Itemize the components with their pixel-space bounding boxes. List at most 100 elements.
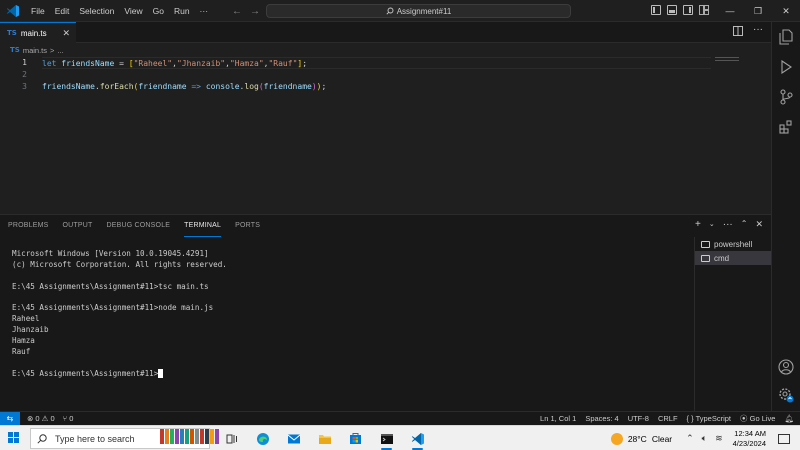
forward-arrow-icon[interactable]: → (250, 6, 260, 17)
new-terminal-icon[interactable]: + (695, 219, 701, 231)
code-content[interactable]: let friendsName = ["Raheel","Jhanzaib","… (42, 57, 711, 93)
weather-sun-icon (610, 432, 623, 445)
remote-indicator-icon[interactable]: ⇆ (0, 411, 20, 426)
terminal-item-cmd[interactable]: cmd (695, 251, 771, 265)
weather-widget[interactable]: 28°C Clear (610, 432, 672, 445)
ports-status[interactable]: ⑂ 0 (63, 414, 74, 423)
show-hidden-icons-icon[interactable]: ⌃ (686, 433, 694, 444)
terminal-item-powershell[interactable]: powershell (695, 237, 771, 251)
minimize-icon[interactable]: — (716, 0, 744, 22)
cursor-position[interactable]: Ln 1, Col 1 (540, 414, 576, 423)
source-control-icon[interactable] (777, 88, 795, 106)
panel-more-icon[interactable]: ··· (723, 219, 733, 231)
code-editor[interactable]: 1 2 3 let friendsName = ["Raheel","Jhanz… (0, 57, 771, 214)
account-icon[interactable] (777, 358, 795, 376)
breadcrumb-file[interactable]: main.ts (23, 46, 47, 55)
terminal-line: Raheel (12, 314, 40, 324)
search-icon (37, 433, 47, 444)
terminal-icon (701, 254, 710, 262)
toggle-panel-icon[interactable] (667, 5, 677, 15)
mail-icon[interactable] (278, 426, 309, 450)
terminal-line: Rauf (12, 347, 31, 357)
menu-more[interactable]: ··· (195, 0, 214, 22)
indentation[interactable]: Spaces: 4 (585, 414, 618, 423)
more-actions-icon[interactable]: ··· (753, 25, 763, 36)
language-mode[interactable]: { } TypeScript (687, 414, 731, 423)
command-prompt-icon[interactable] (371, 426, 402, 450)
braces-icon: { } (686, 414, 694, 423)
line-number: 1 (22, 58, 27, 67)
customize-layout-icon[interactable] (699, 5, 709, 15)
run-debug-icon[interactable] (777, 58, 795, 76)
windows-start-icon[interactable] (8, 432, 20, 444)
menu-edit[interactable]: Edit (50, 0, 75, 22)
close-tab-icon[interactable]: ✕ (62, 28, 70, 39)
toggle-secondary-sidebar-icon[interactable] (683, 5, 693, 15)
microsoft-store-icon[interactable] (340, 426, 371, 450)
vscode-taskbar-icon[interactable] (402, 426, 433, 450)
menu-view[interactable]: View (119, 0, 147, 22)
taskbar-clock[interactable]: 12:34 AM 4/23/2024 (733, 429, 766, 449)
terminal-line: (c) Microsoft Corporation. All rights re… (12, 259, 227, 269)
layout-controls (651, 5, 709, 15)
tray-icons: ⌃ 🔈︎ ≋ (686, 433, 723, 444)
close-panel-icon[interactable]: ✕ (755, 219, 763, 231)
command-center-search[interactable]: Assignment#11 (266, 4, 571, 18)
windows-taskbar: Type here to search 28°C Clear ⌃ 🔈︎ ≋ 12… (0, 425, 800, 450)
warning-icon: ⚠ (41, 414, 49, 423)
menu-file[interactable]: File (26, 0, 50, 22)
command-center-label: Assignment#11 (396, 6, 452, 16)
window-controls: — ❐ ✕ (716, 0, 800, 22)
close-window-icon[interactable]: ✕ (772, 0, 800, 22)
menu-selection[interactable]: Selection (74, 0, 119, 22)
tab-ports[interactable]: PORTS (235, 215, 260, 237)
code-line-1: let friendsName = ["Raheel","Jhanzaib","… (42, 57, 711, 69)
end-of-line[interactable]: CRLF (658, 414, 678, 423)
terminal-output[interactable]: Microsoft Windows [Version 10.0.19045.42… (12, 249, 692, 380)
volume-icon[interactable]: 🔈︎ (702, 433, 707, 444)
tab-label: main.ts (20, 28, 47, 38)
editor-actions: ··· (733, 25, 763, 36)
edge-browser-icon[interactable] (247, 426, 278, 450)
breadcrumb-more[interactable]: ... (57, 46, 63, 55)
title-bar: File Edit Selection View Go Run ··· ← → … (0, 0, 800, 22)
tab-terminal[interactable]: TERMINAL (184, 215, 222, 237)
split-editor-icon[interactable] (733, 26, 743, 36)
activity-bar (771, 22, 800, 411)
menu-run[interactable]: Run (169, 0, 195, 22)
manage-gear-icon[interactable] (777, 386, 795, 404)
problems-status[interactable]: ⊗ 0 ⚠ 0 (27, 414, 55, 423)
toggle-primary-sidebar-icon[interactable] (651, 5, 661, 15)
extensions-icon[interactable] (777, 118, 795, 136)
minimap[interactable] (715, 57, 739, 63)
line-number-gutter: 1 2 3 (0, 57, 30, 93)
editor-tab-main-ts[interactable]: TS main.ts ✕ (0, 22, 76, 43)
maximize-panel-icon[interactable]: ⌃ (741, 219, 748, 231)
code-line-3: friendsName.forEach(friendname => consol… (42, 82, 327, 91)
restore-icon[interactable]: ❐ (744, 0, 772, 22)
encoding[interactable]: UTF-8 (628, 414, 649, 423)
tab-problems[interactable]: PROBLEMS (8, 215, 49, 237)
panel-actions: + ⌄ ··· ⌃ ✕ (695, 219, 763, 231)
file-explorer-icon[interactable] (309, 426, 340, 450)
notification-center-icon[interactable] (778, 433, 790, 444)
line-number: 2 (22, 70, 27, 79)
wifi-icon[interactable]: ≋ (715, 433, 723, 444)
tab-output[interactable]: OUTPUT (63, 215, 93, 237)
bottom-panel: PROBLEMS OUTPUT DEBUG CONSOLE TERMINAL P… (0, 214, 771, 412)
task-view-icon[interactable] (216, 426, 247, 450)
terminal-cursor (158, 369, 164, 379)
tab-debug-console[interactable]: DEBUG CONSOLE (106, 215, 170, 237)
breadcrumb-ts-icon: TS (10, 46, 20, 54)
terminal-dropdown-icon[interactable]: ⌄ (709, 219, 715, 231)
notifications-bell-icon[interactable]: 🔔︎ (784, 414, 794, 423)
search-icon (386, 7, 394, 15)
menu-go[interactable]: Go (148, 0, 169, 22)
back-arrow-icon[interactable]: ← (232, 6, 242, 17)
terminal-line: Hamza (12, 336, 35, 346)
explorer-icon[interactable] (777, 28, 795, 46)
go-live-label: Go Live (749, 414, 776, 423)
go-live-button[interactable]: ⦿ Go Live (740, 413, 775, 424)
